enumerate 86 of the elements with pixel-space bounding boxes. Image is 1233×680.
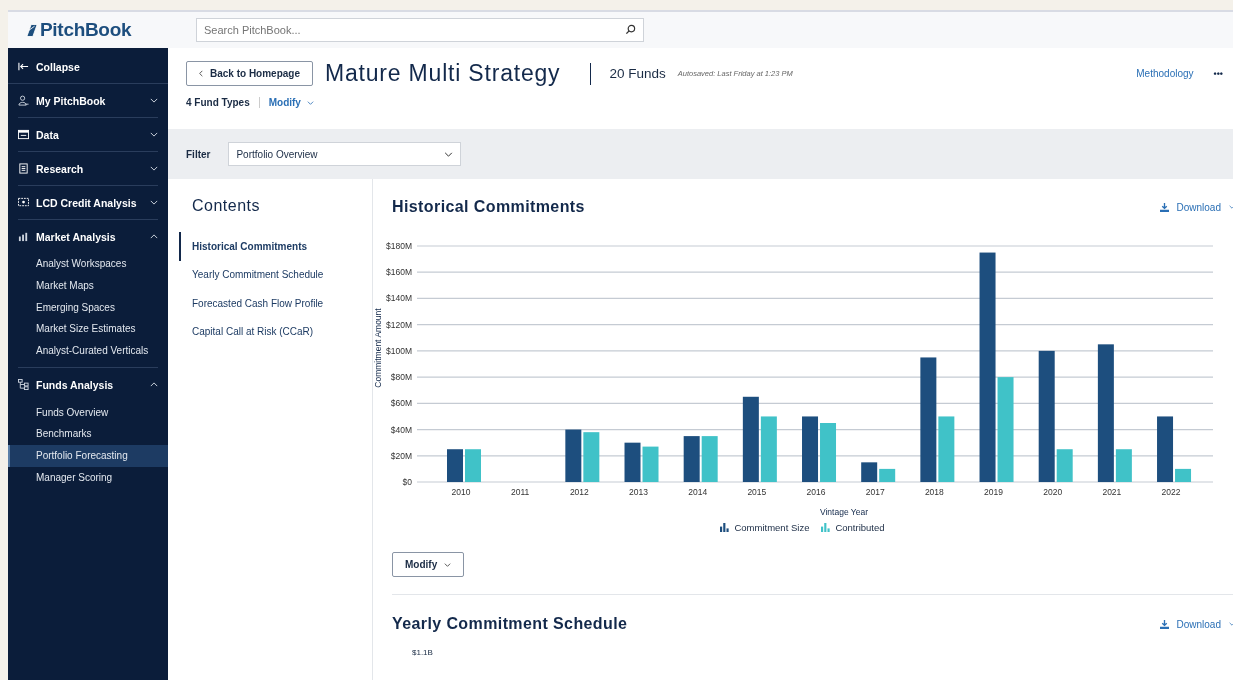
contents-link[interactable]: Historical Commitments	[179, 232, 372, 261]
x-axis-title: Vintage Year	[819, 507, 869, 517]
modify-button[interactable]: Modify	[392, 552, 465, 577]
contents-link[interactable]: Forecasted Cash Flow Profile	[168, 289, 372, 318]
logo[interactable]: PitchBook	[40, 19, 132, 41]
sidebar-item[interactable]: Analyst Workspaces	[8, 253, 168, 275]
caret-icon	[444, 562, 452, 567]
filter-dropdown[interactable]: Portfolio Overview	[228, 142, 462, 166]
sidebar-item[interactable]: Emerging Spaces	[8, 296, 168, 319]
chevron-down-icon	[150, 166, 158, 171]
y-tick-label: $0	[402, 477, 412, 487]
y-tick-label: $60M	[390, 398, 412, 409]
table-icon	[18, 129, 29, 140]
legend-item[interactable]: Commitment Size	[720, 522, 810, 533]
sidebar-section[interactable]: LCD Credit Analysis	[8, 186, 168, 219]
x-tick-label: 2011	[511, 487, 530, 497]
caret-icon	[306, 100, 314, 105]
sidebar-section[interactable]: Research	[8, 152, 168, 185]
x-tick-label: 2020	[1043, 487, 1063, 497]
download-button[interactable]: Download	[1159, 201, 1233, 213]
y-tick-label: $100M	[386, 345, 412, 356]
back-button[interactable]: Back to Homepage	[186, 61, 314, 86]
download-button[interactable]: Download	[1159, 618, 1233, 630]
document-icon	[18, 163, 29, 174]
sidebar-item[interactable]: Portfolio Forecasting	[8, 444, 168, 467]
chevron-up-icon	[150, 382, 158, 388]
chart-icon	[18, 231, 29, 242]
x-tick-label: 2014	[688, 487, 708, 497]
x-tick-label: 2021	[1102, 487, 1122, 497]
y-tick-label: $1.1B	[412, 648, 434, 657]
x-tick-label: 2017	[865, 487, 885, 497]
chevron-down-icon	[150, 98, 158, 103]
x-tick-label: 2010	[451, 487, 471, 497]
x-tick-label: 2012	[569, 487, 589, 497]
sidebar-item[interactable]: Market Size Estimates	[8, 318, 168, 340]
user-icon	[18, 95, 29, 106]
chevron-down-icon	[150, 132, 158, 137]
y-tick-label: $140M	[386, 293, 412, 304]
caret-icon	[444, 151, 454, 157]
y-tick-label: $40M	[390, 424, 412, 435]
y-tick-label: $20M	[390, 450, 412, 461]
collapse-icon	[18, 61, 29, 72]
y-tick-label: $120M	[386, 319, 412, 330]
y-tick-label: $80M	[390, 372, 412, 383]
x-tick-label: 2013	[629, 487, 648, 497]
x-tick-label: 2015	[747, 487, 767, 497]
sidebar-section[interactable]: My PitchBook	[8, 84, 168, 117]
sidebar-item[interactable]: Benchmarks	[8, 423, 168, 445]
hierarchy-icon	[18, 379, 29, 391]
collapse-button[interactable]: Collapse	[8, 50, 168, 84]
y-tick-label: $160M	[386, 267, 412, 278]
contents-link[interactable]: Yearly Commitment Schedule	[168, 260, 372, 289]
fund-count: 20 Funds	[609, 66, 666, 81]
sidebar-section[interactable]: Data	[8, 118, 168, 151]
chevron-left-icon	[199, 70, 203, 77]
logo-icon	[26, 22, 38, 38]
y-tick-label: $180M	[386, 241, 412, 251]
download-icon	[1159, 619, 1169, 629]
methodology-link[interactable]: Methodology	[1136, 68, 1194, 79]
x-tick-label: 2016	[806, 487, 826, 497]
contents-link[interactable]: Capital Call at Risk (CCaR)	[168, 317, 372, 346]
sidebar-item[interactable]: Manager Scoring	[8, 466, 168, 489]
search-field[interactable]: Search PitchBook...	[196, 18, 644, 42]
download-icon	[1159, 202, 1169, 212]
x-tick-label: 2022	[1161, 487, 1181, 497]
modify-dropdown[interactable]: Modify	[268, 97, 314, 108]
x-tick-label: 2019	[984, 487, 1003, 497]
contents-heading: Contents	[192, 197, 262, 215]
chevron-up-icon	[150, 234, 158, 239]
chevron-down-icon	[150, 200, 158, 205]
sidebar-item[interactable]: Market Maps	[8, 274, 168, 297]
x-tick-label: 2018	[924, 487, 944, 497]
page-title: Mature Multi Strategy	[325, 60, 561, 87]
legend-item[interactable]: Contributed	[821, 522, 885, 533]
sidebar-item[interactable]: Funds Overview	[8, 401, 168, 424]
y-axis-title: Commitment Amount	[373, 308, 383, 388]
monitor-icon	[18, 197, 29, 208]
sidebar-section[interactable]: Market Analysis	[8, 220, 168, 253]
sidebar-item[interactable]: Analyst-Curated Verticals	[8, 339, 168, 362]
more-button[interactable]: •••	[1205, 68, 1223, 79]
section-heading: Yearly Commitment Schedule	[392, 615, 628, 633]
fund-types-label: 4 Fund Types	[186, 97, 250, 108]
search-icon	[625, 24, 636, 35]
filter-label: Filter	[186, 148, 211, 160]
sidebar-section[interactable]: Funds Analysis	[8, 368, 168, 402]
section-heading: Historical Commitments	[392, 198, 585, 216]
